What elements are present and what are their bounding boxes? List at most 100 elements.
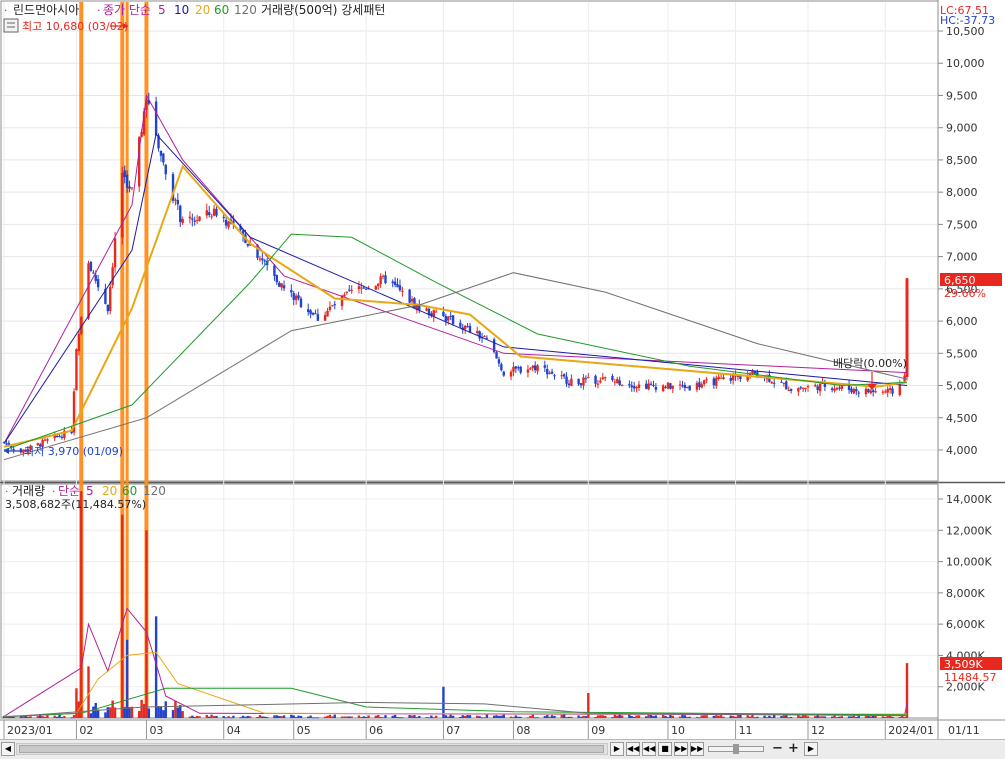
- volume-bar: [543, 716, 547, 718]
- month-label: 2023/01: [7, 724, 53, 737]
- candle-body: [787, 390, 790, 392]
- candle-body: [616, 379, 619, 383]
- zoom-out-button[interactable]: −: [772, 741, 783, 756]
- candle-body: [553, 375, 556, 377]
- pause-button[interactable]: ■: [658, 742, 672, 756]
- candle-body: [797, 388, 800, 392]
- candle-body: [649, 383, 653, 385]
- candle-body: [109, 286, 112, 312]
- candle-body: [179, 205, 182, 222]
- candle-body: [850, 388, 853, 393]
- volume-bar: [210, 714, 213, 718]
- candle-body: [632, 386, 636, 389]
- volume-bar: [46, 714, 49, 718]
- volume-bar: [261, 716, 264, 718]
- candle-body: [719, 377, 723, 379]
- volume-bar: [188, 716, 192, 718]
- candle-body: [432, 310, 435, 317]
- chart-canvas[interactable]: 10,50010,0009,5009,0008,5008,0007,5007,0…: [0, 0, 1005, 739]
- volume-bar: [258, 715, 262, 718]
- volume-bar: [391, 715, 394, 718]
- candle-body: [833, 388, 836, 391]
- volume-bar: [512, 717, 515, 719]
- step-back-button[interactable]: ◀◀: [642, 742, 656, 756]
- volume-bar: [244, 716, 247, 718]
- candle-body: [280, 283, 283, 288]
- scroll-right-button[interactable]: ▶: [610, 742, 624, 756]
- volume-bar: [818, 716, 822, 718]
- candle-body: [702, 380, 706, 385]
- volume-bar: [401, 717, 404, 719]
- candle-body: [884, 391, 887, 393]
- volume-bar: [864, 716, 868, 718]
- candle-body: [686, 386, 689, 388]
- candle-body: [297, 295, 300, 299]
- volume-bar: [265, 717, 269, 719]
- scroll-end-button[interactable]: ▶: [804, 742, 818, 756]
- candle-body: [722, 377, 725, 380]
- candle-body: [891, 388, 894, 394]
- go-first-button[interactable]: ◀◀: [626, 742, 640, 756]
- volume-bar: [360, 717, 363, 719]
- ma5-legend: 5: [158, 3, 166, 17]
- candle-body: [121, 172, 124, 238]
- price-tick-label: 5,500: [946, 347, 978, 360]
- volume-bar: [128, 707, 131, 718]
- volume-bar: [635, 715, 638, 718]
- candle-body: [864, 388, 868, 395]
- scroll-left-button[interactable]: ◀: [1, 742, 15, 756]
- candle-body: [671, 386, 674, 389]
- candle-body: [654, 386, 658, 390]
- volume-bar: [447, 716, 450, 718]
- candle-body: [123, 170, 126, 178]
- volume-bar: [125, 639, 129, 718]
- candle-body: [331, 305, 334, 307]
- month-label: 11: [739, 724, 753, 737]
- candle-body: [855, 389, 858, 392]
- candle-body: [620, 385, 624, 387]
- scroll-thumb[interactable]: [19, 745, 604, 753]
- volume-bar: [36, 716, 40, 718]
- volume-bar: [705, 715, 708, 718]
- price-tick-label: 5,000: [946, 380, 978, 393]
- candle-body: [294, 295, 298, 301]
- stock-name: 린드먼아시아: [13, 3, 79, 17]
- step-forward-button[interactable]: ▶▶: [674, 742, 688, 756]
- volume-bar: [408, 714, 411, 718]
- volume-bar: [121, 514, 124, 718]
- table-toggle-icon[interactable]: [3, 18, 19, 33]
- candle-body: [195, 220, 199, 222]
- candle-body: [374, 286, 378, 290]
- candle-body: [311, 312, 315, 315]
- volume-bar: [198, 716, 201, 718]
- volume-bar: [195, 715, 199, 718]
- volume-bar: [145, 530, 148, 718]
- volume-bar: [297, 715, 300, 718]
- candle-body: [444, 316, 448, 322]
- zoom-slider[interactable]: [708, 744, 764, 754]
- volume-bar: [483, 717, 486, 719]
- volume-bar: [215, 715, 218, 718]
- zoom-in-button[interactable]: +: [788, 741, 799, 756]
- volume-bar: [553, 716, 556, 718]
- scroll-track[interactable]: [16, 743, 608, 755]
- volume-bar: [492, 715, 496, 718]
- volume-bar: [430, 715, 433, 718]
- candle-body: [89, 261, 93, 271]
- candle-body: [58, 435, 61, 437]
- candle-body: [278, 282, 281, 287]
- volume-tick-label: 12,000K: [946, 524, 992, 537]
- volume-bar: [12, 717, 15, 719]
- volume-tick-label: 8,000K: [946, 587, 985, 600]
- volume-bar: [181, 711, 184, 718]
- volume-bar: [715, 715, 718, 718]
- volume-bar: [140, 699, 143, 718]
- volume-bar: [478, 716, 481, 718]
- volume-bar: [867, 715, 870, 718]
- candle-body: [570, 378, 573, 386]
- candle-body: [681, 385, 684, 387]
- go-last-button[interactable]: ▶▶: [690, 742, 704, 756]
- zoom-slider-thumb[interactable]: [733, 744, 739, 754]
- candle-body: [548, 372, 551, 374]
- volume-bar: [869, 716, 872, 718]
